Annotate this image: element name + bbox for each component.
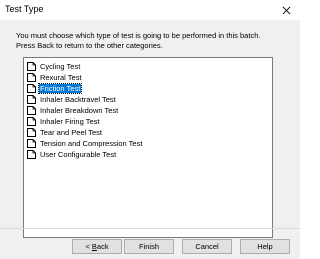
help-button[interactable]: Help — [240, 239, 290, 254]
finish-button[interactable]: Finish — [124, 239, 174, 254]
list-item-label: Rexural Test — [40, 72, 82, 82]
document-icon — [27, 72, 36, 82]
back-button[interactable]: < Back — [72, 239, 122, 254]
back-button-rest: ack — [96, 242, 109, 251]
list-item-tension-and-compression-test[interactable]: Tension and Compression Test — [27, 138, 143, 148]
button-separator — [0, 228, 300, 229]
list-item-rexural-test[interactable]: Rexural Test — [27, 72, 83, 82]
dialog-body: You must choose which type of test is go… — [0, 20, 300, 259]
list-item-label: Tension and Compression Test — [40, 138, 143, 148]
document-icon — [27, 83, 36, 93]
window-title: Test Type — [5, 4, 44, 14]
document-icon — [27, 116, 36, 126]
instructions-line-2: Press Back to return to the other catego… — [16, 41, 163, 50]
list-item-label: Tear and Peel Test — [40, 127, 102, 137]
instructions-line-1: You must choose which type of test is go… — [16, 31, 261, 40]
list-item-label: Inhaler Firing Test — [40, 116, 100, 126]
list-item-label: Inhaler Breakdown Test — [40, 105, 119, 115]
list-item-user-configurable-test[interactable]: User Configurable Test — [27, 149, 117, 159]
document-icon — [27, 94, 36, 104]
test-type-listbox[interactable]: Cycling Test Rexural Test Friction Test … — [23, 57, 273, 238]
list-item-cycling-test[interactable]: Cycling Test — [27, 61, 81, 71]
close-icon — [282, 6, 290, 14]
close-button[interactable] — [272, 0, 300, 20]
list-item-inhaler-backtravel-test[interactable]: Inhaler Backtravel Test — [27, 94, 117, 104]
list-item-friction-test[interactable]: Friction Test — [27, 82, 83, 94]
list-item-label: Cycling Test — [40, 61, 81, 71]
document-icon — [27, 138, 36, 148]
title-bar: Test Type — [0, 0, 300, 20]
document-icon — [27, 127, 36, 137]
instructions-text: You must choose which type of test is go… — [16, 31, 291, 51]
cancel-button[interactable]: Cancel — [182, 239, 232, 254]
list-item-inhaler-breakdown-test[interactable]: Inhaler Breakdown Test — [27, 105, 119, 115]
document-icon — [27, 149, 36, 159]
list-item-label: Friction Test — [37, 82, 83, 94]
list-item-inhaler-firing-test[interactable]: Inhaler Firing Test — [27, 116, 100, 126]
list-item-tear-and-peel-test[interactable]: Tear and Peel Test — [27, 127, 103, 137]
list-item-label: Inhaler Backtravel Test — [40, 94, 116, 104]
document-icon — [27, 105, 36, 115]
list-item-label: User Configurable Test — [40, 149, 117, 159]
document-icon — [27, 61, 36, 71]
